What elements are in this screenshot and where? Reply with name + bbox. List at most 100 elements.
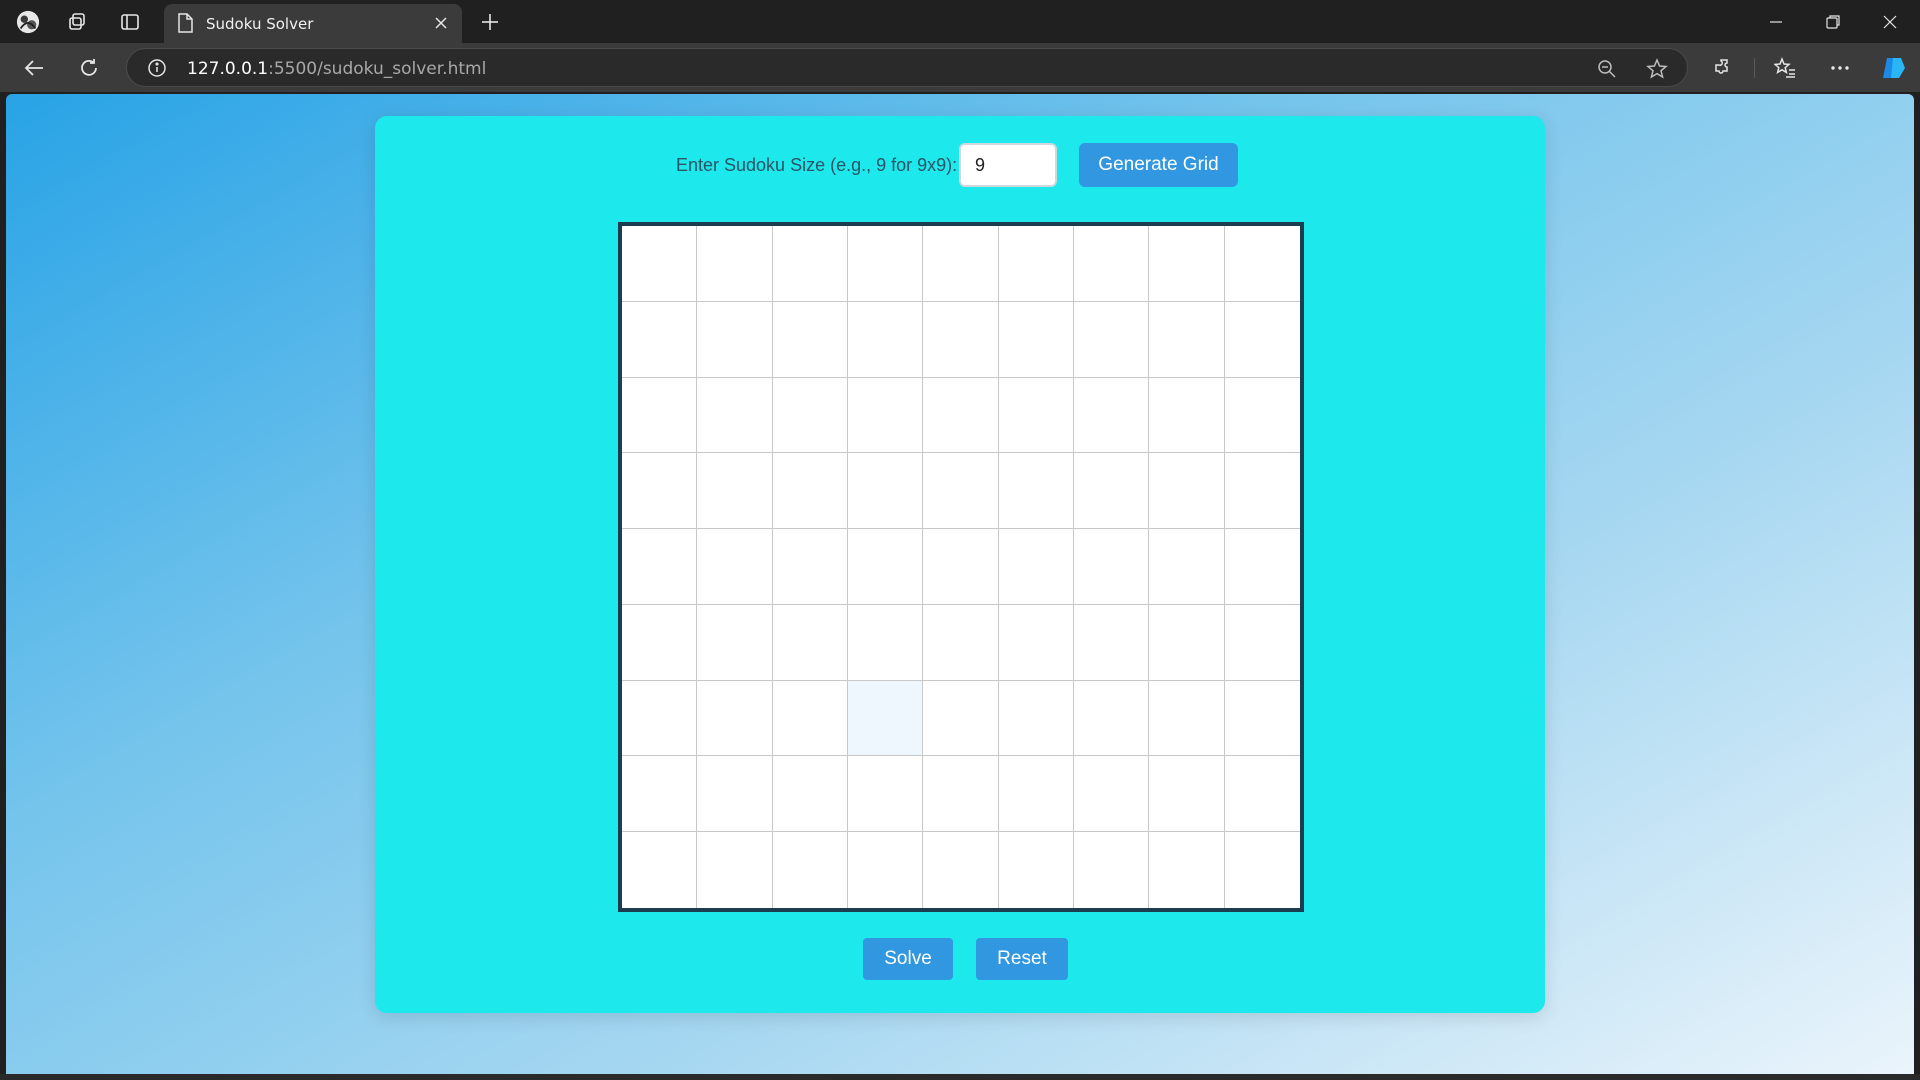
grid-cell-r9-c6[interactable] bbox=[998, 832, 1074, 908]
grid-cell-r1-c5[interactable] bbox=[923, 226, 999, 302]
grid-cell-r9-c7[interactable] bbox=[1074, 832, 1150, 908]
grid-cell-r6-c3[interactable] bbox=[772, 604, 848, 681]
grid-cell-r1-c8[interactable] bbox=[1149, 226, 1225, 302]
grid-cell-r9-c9[interactable] bbox=[1224, 832, 1300, 908]
grid-cell-r9-c3[interactable] bbox=[772, 832, 848, 908]
grid-cell-r9-c8[interactable] bbox=[1149, 832, 1225, 908]
grid-cell-r6-c9[interactable] bbox=[1224, 604, 1300, 681]
grid-cell-r1-c2[interactable] bbox=[697, 226, 773, 302]
grid-cell-r2-c6[interactable] bbox=[998, 301, 1074, 378]
grid-cell-r5-c2[interactable] bbox=[697, 529, 773, 605]
grid-cell-r7-c7[interactable] bbox=[1074, 680, 1150, 757]
grid-cell-r6-c7[interactable] bbox=[1074, 604, 1150, 681]
grid-cell-r2-c4[interactable] bbox=[848, 301, 924, 378]
grid-cell-r7-c9[interactable] bbox=[1224, 680, 1300, 757]
grid-cell-r5-c7[interactable] bbox=[1074, 529, 1150, 605]
size-input[interactable] bbox=[959, 143, 1057, 187]
grid-cell-r3-c6[interactable] bbox=[998, 377, 1074, 454]
grid-cell-r3-c4[interactable] bbox=[848, 377, 924, 454]
grid-cell-r1-c7[interactable] bbox=[1074, 226, 1150, 302]
grid-cell-r2-c2[interactable] bbox=[697, 301, 773, 378]
grid-cell-r8-c1[interactable] bbox=[622, 756, 698, 833]
grid-cell-r2-c3[interactable] bbox=[772, 301, 848, 378]
extensions-icon[interactable] bbox=[1710, 54, 1738, 82]
tab-sudoku-solver[interactable]: Sudoku Solver bbox=[164, 4, 462, 43]
back-arrow-icon[interactable] bbox=[20, 54, 48, 82]
grid-cell-r7-c3[interactable] bbox=[772, 680, 848, 757]
grid-cell-r4-c6[interactable] bbox=[998, 453, 1074, 530]
grid-cell-r7-c2[interactable] bbox=[697, 680, 773, 757]
grid-cell-r2-c8[interactable] bbox=[1149, 301, 1225, 378]
grid-cell-r4-c4[interactable] bbox=[848, 453, 924, 530]
grid-cell-r2-c1[interactable] bbox=[622, 301, 698, 378]
zoom-out-icon[interactable] bbox=[1595, 57, 1619, 81]
grid-cell-r9-c4[interactable] bbox=[848, 832, 924, 908]
minimize-icon[interactable] bbox=[1762, 8, 1790, 36]
grid-cell-r8-c3[interactable] bbox=[772, 756, 848, 833]
grid-cell-r3-c7[interactable] bbox=[1074, 377, 1150, 454]
collections-icon[interactable] bbox=[65, 10, 89, 34]
new-tab-icon[interactable] bbox=[478, 10, 502, 34]
copilot-icon[interactable] bbox=[1879, 54, 1907, 82]
generate-grid-button[interactable]: Generate Grid bbox=[1079, 143, 1238, 187]
grid-cell-r1-c4[interactable] bbox=[848, 226, 924, 302]
grid-cell-r1-c9[interactable] bbox=[1224, 226, 1300, 302]
grid-cell-r6-c8[interactable] bbox=[1149, 604, 1225, 681]
refresh-icon[interactable] bbox=[75, 54, 103, 82]
grid-cell-r3-c2[interactable] bbox=[697, 377, 773, 454]
grid-cell-r7-c4[interactable] bbox=[848, 680, 924, 757]
grid-cell-r5-c1[interactable] bbox=[622, 529, 698, 605]
grid-cell-r4-c9[interactable] bbox=[1224, 453, 1300, 530]
grid-cell-r7-c1[interactable] bbox=[622, 680, 698, 757]
grid-cell-r8-c6[interactable] bbox=[998, 756, 1074, 833]
vertical-tabs-icon[interactable] bbox=[118, 10, 142, 34]
grid-cell-r3-c9[interactable] bbox=[1224, 377, 1300, 454]
grid-cell-r4-c7[interactable] bbox=[1074, 453, 1150, 530]
favorite-star-icon[interactable] bbox=[1645, 57, 1669, 81]
grid-cell-r5-c4[interactable] bbox=[848, 529, 924, 605]
more-menu-icon[interactable] bbox=[1826, 54, 1854, 82]
grid-cell-r9-c2[interactable] bbox=[697, 832, 773, 908]
grid-cell-r7-c6[interactable] bbox=[998, 680, 1074, 757]
grid-cell-r4-c5[interactable] bbox=[923, 453, 999, 530]
grid-cell-r8-c7[interactable] bbox=[1074, 756, 1150, 833]
grid-cell-r7-c8[interactable] bbox=[1149, 680, 1225, 757]
grid-cell-r3-c5[interactable] bbox=[923, 377, 999, 454]
grid-cell-r1-c1[interactable] bbox=[622, 226, 698, 302]
grid-cell-r6-c5[interactable] bbox=[923, 604, 999, 681]
grid-cell-r1-c3[interactable] bbox=[772, 226, 848, 302]
grid-cell-r3-c3[interactable] bbox=[772, 377, 848, 454]
grid-cell-r5-c8[interactable] bbox=[1149, 529, 1225, 605]
address-bar[interactable]: 127.0.0.1:5500/sudoku_solver.html bbox=[126, 48, 1688, 87]
grid-cell-r9-c5[interactable] bbox=[923, 832, 999, 908]
grid-cell-r5-c9[interactable] bbox=[1224, 529, 1300, 605]
reset-button[interactable]: Reset bbox=[976, 938, 1068, 980]
grid-cell-r6-c4[interactable] bbox=[848, 604, 924, 681]
close-window-icon[interactable] bbox=[1876, 8, 1904, 36]
grid-cell-r3-c1[interactable] bbox=[622, 377, 698, 454]
site-info-icon[interactable] bbox=[147, 58, 167, 83]
grid-cell-r4-c1[interactable] bbox=[622, 453, 698, 530]
grid-cell-r3-c8[interactable] bbox=[1149, 377, 1225, 454]
grid-cell-r8-c2[interactable] bbox=[697, 756, 773, 833]
grid-cell-r9-c1[interactable] bbox=[622, 832, 698, 908]
grid-cell-r6-c6[interactable] bbox=[998, 604, 1074, 681]
grid-cell-r8-c5[interactable] bbox=[923, 756, 999, 833]
grid-cell-r8-c9[interactable] bbox=[1224, 756, 1300, 833]
grid-cell-r4-c3[interactable] bbox=[772, 453, 848, 530]
grid-cell-r8-c4[interactable] bbox=[848, 756, 924, 833]
solve-button[interactable]: Solve bbox=[863, 938, 953, 980]
grid-cell-r6-c1[interactable] bbox=[622, 604, 698, 681]
grid-cell-r4-c8[interactable] bbox=[1149, 453, 1225, 530]
grid-cell-r5-c3[interactable] bbox=[772, 529, 848, 605]
grid-cell-r2-c7[interactable] bbox=[1074, 301, 1150, 378]
favorites-list-icon[interactable] bbox=[1771, 54, 1799, 82]
close-tab-icon[interactable] bbox=[430, 12, 452, 34]
grid-cell-r5-c6[interactable] bbox=[998, 529, 1074, 605]
grid-cell-r5-c5[interactable] bbox=[923, 529, 999, 605]
grid-cell-r1-c6[interactable] bbox=[998, 226, 1074, 302]
grid-cell-r2-c9[interactable] bbox=[1224, 301, 1300, 378]
restore-icon[interactable] bbox=[1819, 8, 1847, 36]
grid-cell-r4-c2[interactable] bbox=[697, 453, 773, 530]
grid-cell-r6-c2[interactable] bbox=[697, 604, 773, 681]
